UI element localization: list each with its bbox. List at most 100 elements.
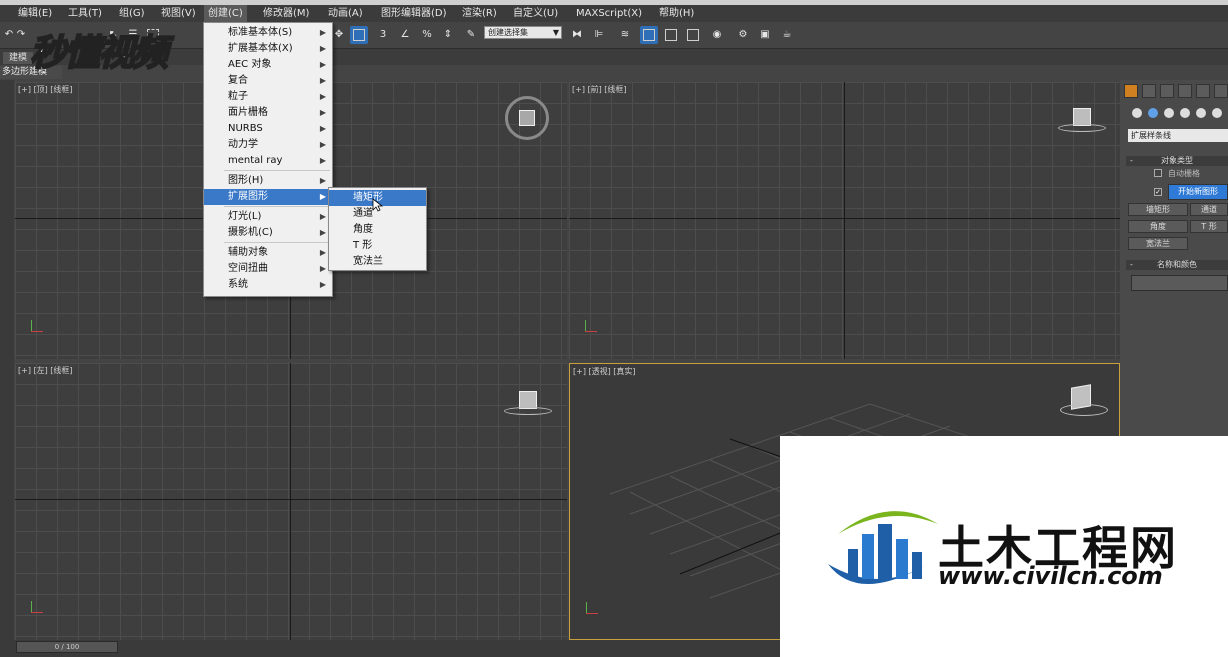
create-menu-item-14[interactable]: 摄影机(C) ▶ — [204, 225, 332, 241]
menu-item-label: 扩展基本体(X) — [228, 43, 293, 54]
submenu-arrow-icon: ▶ — [319, 60, 326, 69]
create-menu-item-10[interactable]: 图形(H) ▶ — [204, 173, 332, 189]
spinner-snap-icon[interactable]: ⇕ — [439, 26, 457, 44]
rollout-title: 名称和颜色 — [1157, 260, 1197, 269]
utilities-tab-icon[interactable] — [1214, 84, 1228, 98]
mouse-cursor-icon — [372, 198, 384, 212]
selection-set-text: 创建选择集 — [488, 28, 528, 37]
viewcube-icon[interactable] — [505, 96, 549, 140]
select-and-manipulate-icon[interactable] — [350, 26, 368, 44]
render-setup-icon[interactable]: ⚙ — [734, 26, 752, 44]
create-menu-item-18[interactable]: 系统 ▶ — [204, 277, 332, 293]
menu-item-label: 灯光(L) — [228, 211, 262, 222]
menu-item-label: 空间扭曲 — [228, 263, 268, 274]
viewport-label[interactable]: [+] [左] [线框] — [18, 365, 73, 376]
wall-rectangle-button[interactable]: 墙矩形 — [1128, 203, 1188, 216]
graphite-tools-icon[interactable] — [640, 26, 658, 44]
menu-item-label: NURBS — [228, 123, 263, 134]
render-production-icon[interactable]: ☕ — [778, 26, 796, 44]
hierarchy-tab-icon[interactable] — [1160, 84, 1174, 98]
angle-button[interactable]: 角度 — [1128, 220, 1188, 233]
edit-named-selection-icon[interactable]: ✎ — [462, 26, 480, 44]
create-menu-item-6[interactable]: NURBS ▶ — [204, 121, 332, 137]
chevron-down-icon: ▼ — [552, 28, 559, 37]
wide-flange-button[interactable]: 宽法兰 — [1128, 237, 1188, 250]
rendered-frame-icon[interactable]: ▣ — [756, 26, 774, 44]
extended-shapes-item-2[interactable]: 角度 — [329, 222, 426, 238]
menu-separator — [224, 170, 330, 171]
menu-11[interactable]: 帮助(H) — [659, 5, 694, 22]
autogrid-checkbox[interactable] — [1154, 169, 1162, 177]
grid-axis-y — [290, 363, 291, 640]
create-tab-icon[interactable] — [1124, 84, 1138, 98]
rollout-name-and-color[interactable]: - 名称和颜色 — [1126, 260, 1228, 270]
start-new-shape-checkbox[interactable]: ✓ — [1154, 188, 1162, 196]
display-tab-icon[interactable] — [1196, 84, 1210, 98]
object-name-field[interactable] — [1131, 275, 1228, 291]
viewport-left[interactable]: [+] [左] [线框] — [15, 363, 567, 640]
viewport-front[interactable]: [+] [前] [线框] — [569, 82, 1120, 359]
axis-tripod-icon — [583, 320, 597, 334]
submenu-arrow-icon: ▶ — [319, 124, 326, 133]
menu-8[interactable]: 渲染(R) — [462, 5, 497, 22]
align-icon[interactable]: ⊫ — [590, 26, 608, 44]
axis-tripod-icon — [584, 602, 598, 616]
ribbon-tab-modeling[interactable]: 建模 — [3, 52, 33, 64]
shapes-icon[interactable] — [1148, 108, 1158, 118]
submenu-arrow-icon: ▶ — [319, 176, 326, 185]
create-menu-item-5[interactable]: 面片栅格 ▶ — [204, 105, 332, 121]
watermark-text: 秒懂视频 — [29, 32, 169, 75]
material-editor-icon[interactable]: ◉ — [708, 26, 726, 44]
viewport-label[interactable]: [+] [透视] [真实] — [573, 366, 636, 377]
lights-icon[interactable] — [1164, 108, 1174, 118]
snap-3d-icon[interactable]: 3 — [374, 26, 392, 44]
menu-7[interactable]: 图形编辑器(D) — [381, 5, 447, 22]
modify-tab-icon[interactable] — [1142, 84, 1156, 98]
create-menu-item-4[interactable]: 粒子 ▶ — [204, 89, 332, 105]
extended-shapes-item-4[interactable]: 宽法兰 — [329, 254, 426, 270]
extended-shapes-item-3[interactable]: T 形 — [329, 238, 426, 254]
submenu-arrow-icon: ▶ — [319, 156, 326, 165]
menu-item-label: 角度 — [353, 224, 373, 235]
left-edge-strip — [0, 80, 14, 640]
menu-6[interactable]: 动画(A) — [328, 5, 363, 22]
cameras-icon[interactable] — [1180, 108, 1190, 118]
create-menu-item-13[interactable]: 灯光(L) ▶ — [204, 209, 332, 225]
submenu-arrow-icon: ▶ — [319, 280, 326, 289]
time-slider[interactable]: 0 / 100 — [16, 641, 118, 653]
create-menu-item-7[interactable]: 动力学 ▶ — [204, 137, 332, 153]
mirror-icon[interactable]: ⧓ — [568, 26, 586, 44]
create-menu-item-16[interactable]: 辅助对象 ▶ — [204, 245, 332, 261]
percent-snap-icon[interactable]: % — [418, 26, 436, 44]
curve-editor-icon[interactable] — [662, 26, 680, 44]
channel-button[interactable]: 通道 — [1190, 203, 1228, 216]
helpers-icon[interactable] — [1196, 108, 1206, 118]
layer-manager-icon[interactable]: ≋ — [616, 26, 634, 44]
create-menu-item-8[interactable]: mental ray ▶ — [204, 153, 332, 169]
grid-axis-y — [844, 82, 845, 359]
menu-item-label: 扩展图形 — [228, 191, 268, 202]
menu-separator — [224, 242, 330, 243]
menu-5[interactable]: 修改器(M) — [263, 5, 309, 22]
create-menu-item-17[interactable]: 空间扭曲 ▶ — [204, 261, 332, 277]
create-menu-item-11[interactable]: 扩展图形 ▶ — [204, 189, 332, 205]
redo-icon[interactable]: ↷ — [12, 26, 30, 44]
viewport-label[interactable]: [+] [前] [线框] — [572, 84, 627, 95]
rollout-object-type[interactable]: - 对象类型 — [1126, 156, 1228, 166]
named-selection-set-dropdown[interactable]: 创建选择集 ▼ — [484, 26, 562, 39]
start-new-shape-button[interactable]: 开始新图形 — [1168, 184, 1228, 200]
watermark-civilcn-logo: 土木工程网 www.civilcn.com — [780, 436, 1228, 657]
viewport-label[interactable]: [+] [顶] [线框] — [18, 84, 73, 95]
menu-10[interactable]: MAXScript(X) — [576, 5, 642, 22]
submenu-arrow-icon: ▶ — [319, 76, 326, 85]
watermark-miaodong: 秒懂视频 — [29, 18, 230, 76]
submenu-arrow-icon: ▶ — [319, 228, 326, 237]
angle-snap-icon[interactable]: ∠ — [396, 26, 414, 44]
space-warps-icon[interactable] — [1212, 108, 1222, 118]
tee-button[interactable]: T 形 — [1190, 220, 1228, 233]
menu-9[interactable]: 自定义(U) — [513, 5, 558, 22]
geometry-icon[interactable] — [1132, 108, 1142, 118]
shape-category-dropdown[interactable]: 扩展样条线 — [1128, 129, 1228, 142]
motion-tab-icon[interactable] — [1178, 84, 1192, 98]
schematic-view-icon[interactable] — [684, 26, 702, 44]
